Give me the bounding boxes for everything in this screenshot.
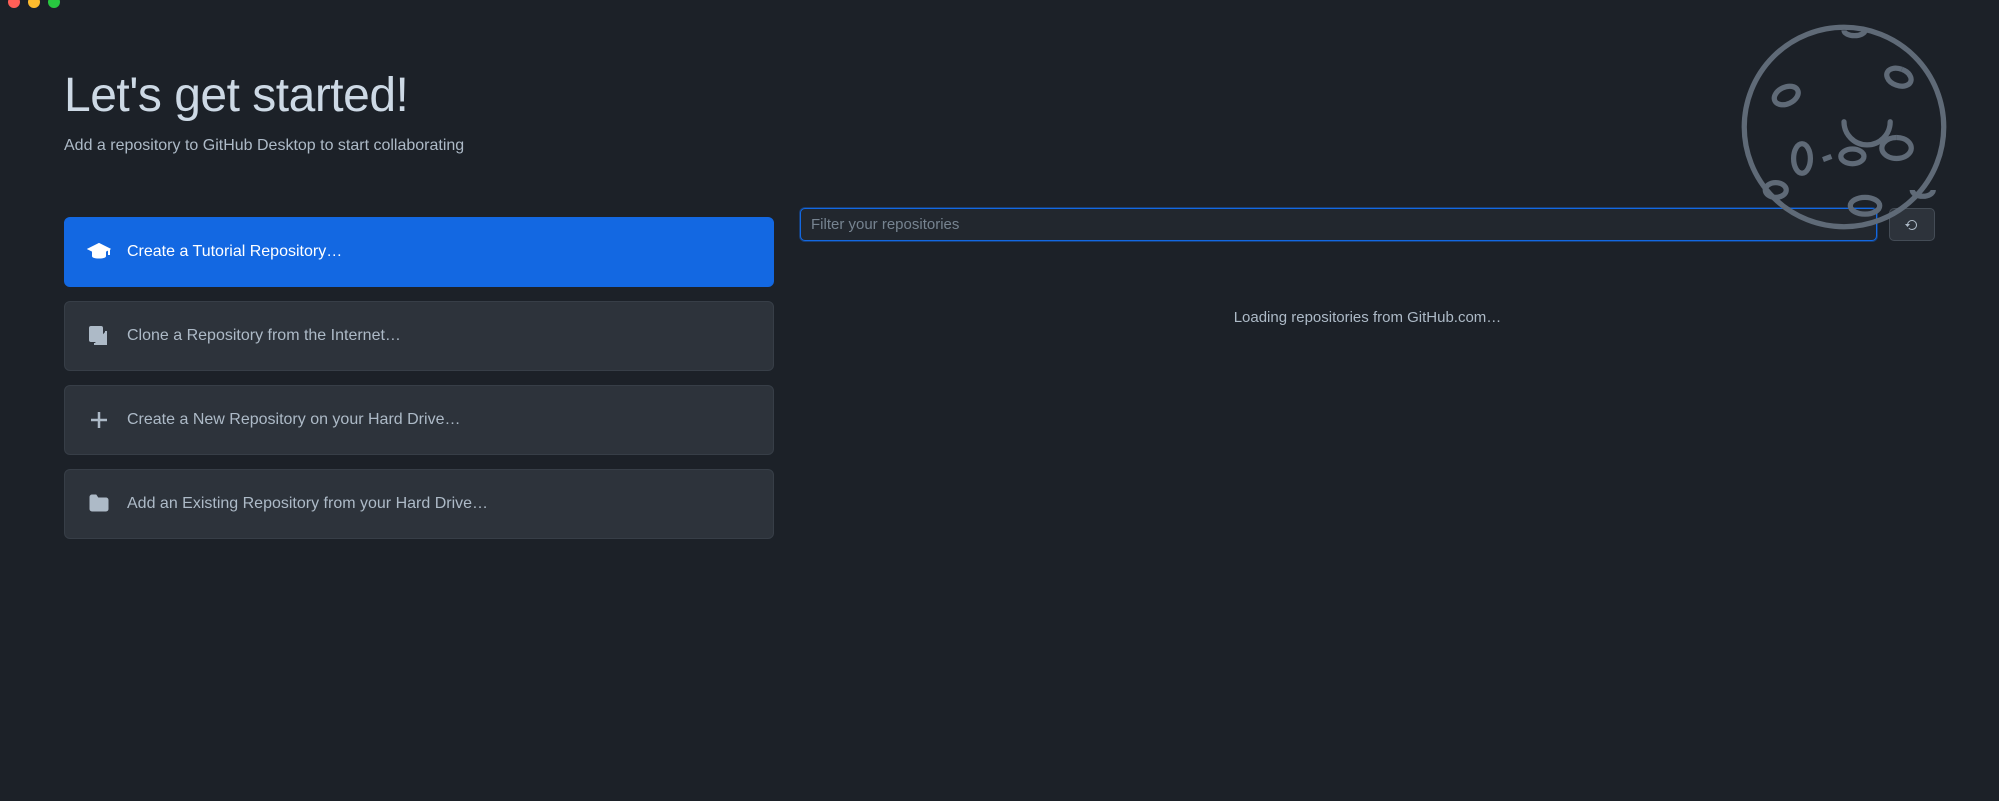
action-label: Add an Existing Repository from your Har… [127, 495, 488, 513]
create-tutorial-button[interactable]: Create a Tutorial Repository… [64, 217, 774, 287]
graduation-cap-icon [87, 240, 111, 264]
action-label: Create a New Repository on your Hard Dri… [127, 411, 460, 429]
page-title: Let's get started! [64, 68, 774, 123]
filter-repositories-input[interactable] [800, 208, 1877, 241]
action-list: Create a Tutorial Repository… Clone a Re… [64, 217, 774, 539]
plus-icon [87, 408, 111, 432]
create-new-repo-button[interactable]: Create a New Repository on your Hard Dri… [64, 385, 774, 455]
refresh-icon [1904, 217, 1920, 233]
action-label: Create a Tutorial Repository… [127, 243, 342, 261]
loading-status: Loading repositories from GitHub.com… [800, 309, 1935, 326]
clone-repo-icon [87, 324, 111, 348]
window-close-button[interactable] [8, 0, 20, 8]
clone-repo-button[interactable]: Clone a Repository from the Internet… [64, 301, 774, 371]
folder-icon [87, 492, 111, 516]
action-label: Clone a Repository from the Internet… [127, 327, 401, 345]
refresh-button[interactable] [1889, 208, 1935, 241]
window-minimize-button[interactable] [28, 0, 40, 8]
window-controls [8, 0, 60, 8]
page-subtitle: Add a repository to GitHub Desktop to st… [64, 137, 774, 155]
add-existing-repo-button[interactable]: Add an Existing Repository from your Har… [64, 469, 774, 539]
window-maximize-button[interactable] [48, 0, 60, 8]
